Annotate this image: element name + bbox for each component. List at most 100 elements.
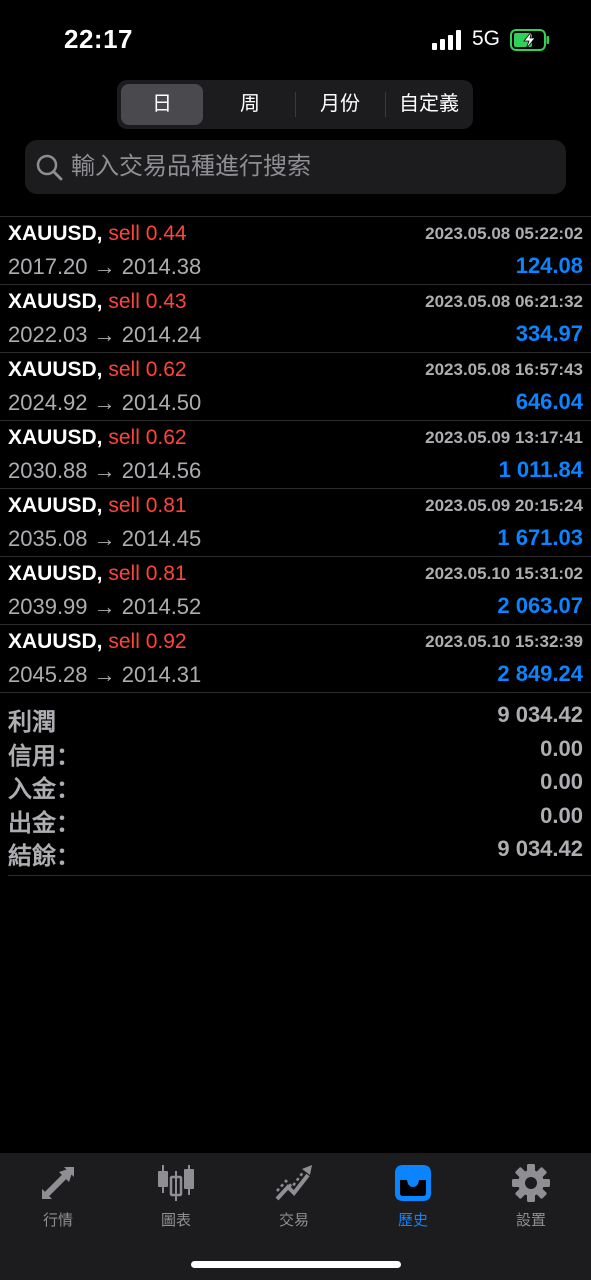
trade-profit: 2 063.07 — [497, 593, 583, 618]
tab-trade[interactable]: 交易 — [244, 1163, 344, 1243]
tab-chart[interactable]: 圖表 — [126, 1163, 226, 1243]
trade-symbol: XAUUSD, — [8, 358, 103, 381]
status-bar: 22:17 5G — [0, 0, 591, 80]
status-time: 22:17 — [64, 24, 133, 54]
trade-row[interactable]: XAUUSD, sell 0.81 2023.05.10 15:31:02 20… — [0, 557, 591, 625]
trade-symbol: XAUUSD, — [8, 290, 103, 313]
trade-side: sell — [108, 562, 140, 585]
trade-datetime: 2023.05.10 15:32:39 — [425, 632, 583, 651]
trade-title: XAUUSD, sell 0.81 — [8, 562, 187, 586]
battery-charging-icon — [510, 29, 549, 51]
summary-row-withdrawal: 出金： 0.00 — [0, 801, 591, 837]
period-tab-month[interactable]: 月份 — [297, 84, 383, 125]
trade-lots: 0.62 — [145, 426, 187, 449]
trade-profit: 2 849.24 — [497, 661, 583, 686]
summary-row-balance: 結餘： 9 034.42 — [0, 834, 591, 870]
trade-prices: 2022.03 → 2014.24 — [8, 322, 202, 347]
search-input[interactable] — [71, 140, 551, 194]
trade-title: XAUUSD, sell 0.62 — [8, 426, 187, 450]
summary-label: 利潤 — [8, 709, 56, 736]
trade-row[interactable]: XAUUSD, sell 0.81 2023.05.09 20:15:24 20… — [0, 489, 591, 557]
summary-value: 0.00 — [540, 802, 583, 828]
period-tab-day[interactable]: 日 — [121, 84, 203, 125]
trade-lots: 0.62 — [145, 358, 187, 381]
home-indicator[interactable] — [191, 1261, 401, 1268]
period-tab-custom[interactable]: 自定義 — [387, 84, 471, 125]
tab-settings[interactable]: 設置 — [481, 1163, 581, 1243]
trade-history-list: XAUUSD, sell 0.44 2023.05.08 05:22:02 20… — [0, 217, 591, 693]
summary-row-credit: 信用： 0.00 — [0, 734, 591, 770]
search-bar[interactable] — [25, 140, 566, 194]
trade-profit: 334.97 — [515, 321, 583, 346]
trade-symbol: XAUUSD, — [8, 630, 103, 653]
trade-lots: 0.81 — [145, 562, 187, 585]
trade-side: sell — [108, 426, 140, 449]
segment-divider — [385, 92, 386, 117]
trade-datetime: 2023.05.08 16:57:43 — [425, 360, 583, 379]
trade-lots: 0.44 — [145, 222, 187, 245]
trade-row[interactable]: XAUUSD, sell 0.62 2023.05.08 16:57:43 20… — [0, 353, 591, 421]
trade-title: XAUUSD, sell 0.44 — [8, 222, 187, 246]
trade-title: XAUUSD, sell 0.62 — [8, 358, 187, 382]
search-icon — [36, 154, 63, 181]
quotes-arrows-icon — [42, 1167, 74, 1199]
trade-side: sell — [108, 358, 140, 381]
candlestick-chart-icon — [158, 1165, 194, 1201]
summary-label: 信用： — [8, 742, 80, 770]
trade-lots: 0.81 — [145, 494, 187, 517]
cellular-signal-icon — [432, 30, 461, 50]
trade-symbol: XAUUSD, — [8, 222, 103, 245]
trade-symbol: XAUUSD, — [8, 562, 103, 585]
gear-icon — [512, 1164, 550, 1202]
trade-side: sell — [108, 290, 140, 313]
trade-trend-icon — [275, 1165, 312, 1201]
trade-datetime: 2023.05.08 06:21:32 — [425, 292, 583, 311]
trade-title: XAUUSD, sell 0.92 — [8, 630, 187, 654]
tab-label: 圖表 — [160, 1212, 191, 1229]
period-tab-week[interactable]: 周 — [207, 84, 293, 125]
trade-side: sell — [108, 630, 140, 653]
trade-datetime: 2023.05.09 13:17:41 — [425, 428, 583, 447]
trade-row[interactable]: XAUUSD, sell 0.43 2023.05.08 06:21:32 20… — [0, 285, 591, 353]
summary-row-deposit: 入金： 0.00 — [0, 767, 591, 803]
tab-quotes[interactable]: 行情 — [8, 1163, 108, 1243]
trade-prices: 2045.28 → 2014.31 — [8, 662, 202, 687]
period-segmented-control: 日 周 月份 自定義 — [117, 80, 473, 129]
trade-symbol: XAUUSD, — [8, 426, 103, 449]
summary-row-profit: 利潤 9 034.42 — [0, 700, 591, 736]
summary-value: 9 034.42 — [497, 836, 583, 861]
trade-title: XAUUSD, sell 0.81 — [8, 494, 187, 518]
summary-value: 9 034.42 — [497, 702, 583, 727]
summary-section: 利潤 9 034.42 信用： 0.00 入金： 0.00 出金： 0.00 結… — [0, 700, 591, 870]
tab-label: 交易 — [278, 1212, 309, 1229]
trade-prices: 2035.08 → 2014.45 — [8, 526, 202, 551]
summary-label: 出金： — [8, 809, 80, 837]
trade-datetime: 2023.05.08 05:22:02 — [425, 224, 583, 243]
trade-prices: 2024.92 → 2014.50 — [8, 390, 202, 415]
tab-history[interactable]: 歷史 — [363, 1163, 463, 1243]
history-inbox-icon — [395, 1165, 431, 1201]
tab-label: 行情 — [42, 1212, 73, 1229]
trade-profit: 1 671.03 — [497, 525, 583, 550]
trade-prices: 2039.99 → 2014.52 — [8, 594, 202, 619]
trade-prices: 2030.88 → 2014.56 — [8, 458, 202, 483]
tab-label: 設置 — [515, 1212, 546, 1229]
trade-side: sell — [108, 494, 140, 517]
trade-row[interactable]: XAUUSD, sell 0.92 2023.05.10 15:32:39 20… — [0, 625, 591, 693]
trade-row[interactable]: XAUUSD, sell 0.44 2023.05.08 05:22:02 20… — [0, 217, 591, 285]
trade-prices: 2017.20 → 2014.38 — [8, 254, 202, 279]
trade-row[interactable]: XAUUSD, sell 0.62 2023.05.09 13:17:41 20… — [0, 421, 591, 489]
network-type: 5G — [472, 27, 501, 50]
trade-lots: 0.43 — [145, 290, 187, 313]
trade-side: sell — [108, 222, 140, 245]
summary-label: 入金： — [8, 776, 80, 803]
segment-divider — [295, 92, 296, 117]
summary-divider — [8, 875, 591, 876]
trade-datetime: 2023.05.10 15:31:02 — [425, 564, 583, 583]
summary-value: 0.00 — [540, 735, 583, 761]
trade-profit: 1 011.84 — [498, 457, 583, 482]
trade-symbol: XAUUSD, — [8, 494, 103, 517]
trade-lots: 0.92 — [145, 630, 187, 653]
trade-profit: 646.04 — [515, 389, 583, 414]
trade-profit: 124.08 — [515, 253, 583, 278]
